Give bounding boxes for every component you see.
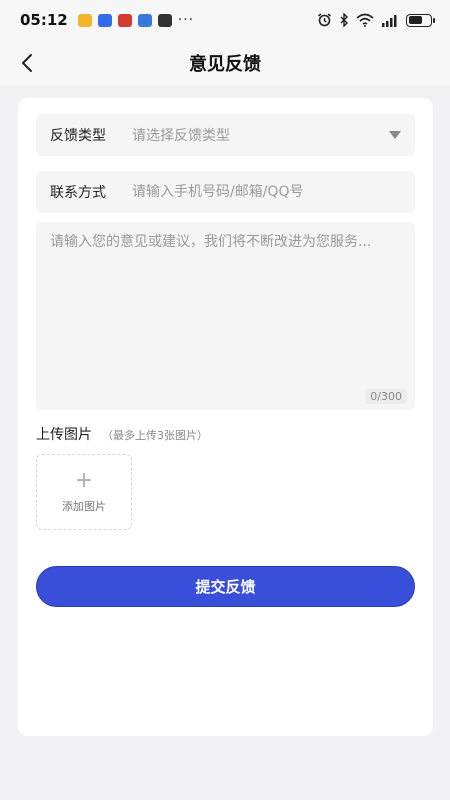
status-time: 05:12 xyxy=(20,11,68,29)
battery-icon xyxy=(406,13,435,27)
upload-hint: （最多上传3张图片） xyxy=(102,429,208,442)
calendar-app-icon xyxy=(137,13,152,27)
upload-title: 上传图片 xyxy=(36,427,92,443)
media-app-icon xyxy=(157,13,172,27)
submit-feedback-button[interactable]: 提交反馈 xyxy=(36,566,415,607)
feedback-type-select[interactable]: 反馈类型 请选择反馈类型 xyxy=(36,114,415,156)
plus-icon: + xyxy=(74,468,94,493)
contact-field: 联系方式 xyxy=(36,171,415,213)
feedback-type-placeholder: 请选择反馈类型 xyxy=(132,128,230,144)
page-title: 意见反馈 xyxy=(189,54,261,75)
news-app-icon xyxy=(117,13,132,27)
signal-icon xyxy=(382,14,397,27)
back-button[interactable] xyxy=(12,48,42,78)
nav-bar: 意见反馈 xyxy=(0,40,450,86)
feedback-form-card: 反馈类型 请选择反馈类型 联系方式 0/300 上传图片 （最多上传3张图片） … xyxy=(18,98,433,736)
chevron-left-icon xyxy=(22,54,32,72)
dropdown-triangle-icon xyxy=(389,131,401,139)
more-notifications: ··· xyxy=(177,12,195,28)
status-left: 05:12 ··· xyxy=(20,11,194,29)
feedback-content-textarea[interactable] xyxy=(50,232,401,382)
battery-level xyxy=(408,16,423,24)
feedback-type-label: 反馈类型 xyxy=(50,128,106,144)
wifi-icon xyxy=(356,13,374,27)
status-right xyxy=(317,13,435,27)
mail-app-icon xyxy=(77,13,92,27)
status-bar: 05:12 ··· xyxy=(0,0,450,40)
bluetooth-icon xyxy=(340,13,348,27)
browser-app-icon xyxy=(97,13,112,27)
contact-input[interactable] xyxy=(132,184,401,200)
upload-heading: 上传图片 （最多上传3张图片） xyxy=(36,424,208,444)
add-image-label: 添加图片 xyxy=(62,500,106,513)
add-image-button[interactable]: + 添加图片 xyxy=(36,454,132,530)
feedback-content-box: 0/300 xyxy=(36,222,415,410)
char-counter: 0/300 xyxy=(365,389,407,404)
alarm-icon xyxy=(318,13,331,27)
contact-label: 联系方式 xyxy=(50,185,106,201)
